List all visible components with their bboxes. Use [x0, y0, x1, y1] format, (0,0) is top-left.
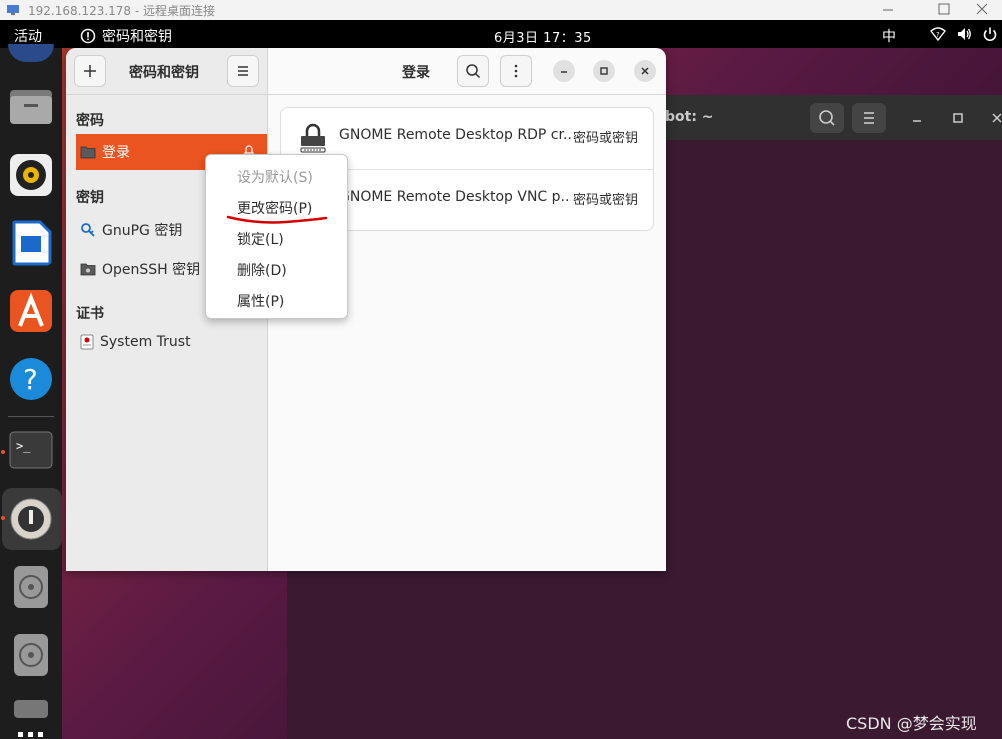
- input-method-indicator[interactable]: 中: [882, 26, 896, 46]
- section-passwords: 密码: [76, 113, 104, 129]
- activities-button[interactable]: 活动: [14, 26, 42, 46]
- sidebar-item-label: System Trust: [100, 334, 191, 350]
- remote-desktop-icon: [7, 5, 19, 15]
- ssh-folder-icon: [80, 263, 96, 276]
- rdp-window-title: 192.168.123.178 - 远程桌面连接: [28, 4, 216, 18]
- maximize-icon[interactable]: [951, 111, 965, 125]
- sidebar-item-label: 登录: [102, 145, 130, 161]
- window-close-button[interactable]: [634, 60, 656, 82]
- plus-icon: [84, 65, 96, 77]
- power-icon: [983, 27, 997, 42]
- gnupg-key-icon: [81, 223, 95, 237]
- files-icon[interactable]: [8, 84, 54, 130]
- add-button[interactable]: [74, 55, 106, 87]
- network-question-icon: ?: [930, 27, 946, 42]
- drive-partial-icon[interactable]: [8, 698, 54, 718]
- writer-icon[interactable]: [8, 220, 54, 266]
- kebab-menu-icon: [514, 64, 518, 78]
- clock[interactable]: 6月3日 17：35: [494, 27, 592, 46]
- item-type: 密码或密钥: [573, 193, 639, 208]
- sidebar-item-label: GnuPG 密钥: [102, 223, 183, 239]
- minimize-icon[interactable]: [910, 111, 924, 125]
- gnome-top-bar: 活动 密码和密钥 6月3日 17：35 中 ?: [0, 20, 1002, 48]
- app-menu-label: 密码和密钥: [102, 29, 172, 45]
- passwords-keys-app-icon[interactable]: [8, 496, 54, 542]
- terminal-icon[interactable]: >_: [8, 428, 54, 474]
- terminal-menu-button[interactable]: [852, 103, 886, 133]
- search-icon: [466, 64, 481, 79]
- more-options-button[interactable]: [500, 55, 532, 87]
- watermark: CSDN @梦会实现: [846, 714, 977, 733]
- red-underline-annotation: [226, 215, 328, 224]
- disc-drive-icon[interactable]: [8, 564, 54, 610]
- hamburger-icon: [864, 112, 874, 124]
- minimize-icon[interactable]: [868, 0, 908, 20]
- svg-text:>_: >_: [16, 439, 31, 453]
- close-icon[interactable]: [990, 111, 1002, 125]
- dock-app-partial-icon[interactable]: [8, 44, 54, 62]
- section-certificates: 证书: [76, 306, 104, 322]
- menu-item-lock[interactable]: 锁定(L): [237, 229, 284, 249]
- terminal-title: bot: ~: [665, 109, 714, 125]
- item-name: GNOME Remote Desktop RDP cr...: [339, 127, 571, 143]
- passwords-and-keys-window: 密码和密钥 密码 登录 密钥 GnuPG 密钥 OpenSSH 密钥 证书 Sy…: [66, 48, 666, 571]
- dock-separator: [8, 416, 54, 417]
- item-type: 密码或密钥: [573, 131, 639, 146]
- item-name: GNOME Remote Desktop VNC p...: [339, 189, 571, 205]
- password-lock-icon: [300, 123, 326, 153]
- close-icon: [641, 67, 649, 75]
- dock: ? >_: [0, 44, 62, 739]
- system-tray[interactable]: ?: [930, 26, 998, 42]
- svg-text:?: ?: [23, 363, 38, 396]
- folder-icon: [80, 146, 96, 159]
- running-indicator: [1, 450, 5, 454]
- context-menu: 设为默认(S) 更改密码(P) 锁定(L) 删除(D) 属性(P): [205, 154, 348, 319]
- main-menu-button[interactable]: [227, 55, 259, 87]
- maximize-icon[interactable]: [924, 0, 964, 20]
- sidebar-item-system-trust[interactable]: System Trust: [76, 324, 267, 360]
- minimize-icon: [561, 71, 567, 73]
- section-keys: 密钥: [76, 190, 104, 206]
- rdp-titlebar: 192.168.123.178 - 远程桌面连接: [0, 0, 1002, 20]
- app-menu[interactable]: 密码和密钥: [80, 26, 172, 46]
- maximize-icon: [600, 67, 608, 75]
- menu-item-delete[interactable]: 删除(D): [237, 260, 287, 280]
- sidebar-title: 密码和密钥: [129, 65, 199, 81]
- sidebar-item-label: OpenSSH 密钥: [102, 262, 201, 278]
- certificate-icon: [80, 334, 94, 350]
- hamburger-icon: [238, 66, 248, 76]
- main-title: 登录: [402, 65, 430, 81]
- rhythmbox-icon[interactable]: [8, 152, 54, 198]
- app-center-icon[interactable]: [8, 288, 54, 334]
- volume-icon: [958, 28, 971, 40]
- terminal-search-button[interactable]: [810, 103, 844, 133]
- window-maximize-button[interactable]: [593, 60, 615, 82]
- sidebar-header: 密码和密钥: [66, 48, 267, 95]
- disc-drive-icon[interactable]: [8, 632, 54, 678]
- info-icon: [80, 28, 96, 44]
- search-button[interactable]: [457, 55, 489, 87]
- close-icon[interactable]: [962, 0, 1002, 20]
- show-apps-icon[interactable]: [8, 728, 54, 739]
- search-icon: [819, 110, 835, 126]
- running-indicator: [1, 516, 5, 520]
- svg-text:?: ?: [936, 31, 940, 39]
- main-header: 登录: [268, 48, 666, 95]
- menu-item-properties[interactable]: 属性(P): [237, 291, 284, 311]
- menu-item-set-default: 设为默认(S): [237, 170, 313, 186]
- help-icon[interactable]: ?: [8, 356, 54, 402]
- window-minimize-button[interactable]: [553, 60, 575, 82]
